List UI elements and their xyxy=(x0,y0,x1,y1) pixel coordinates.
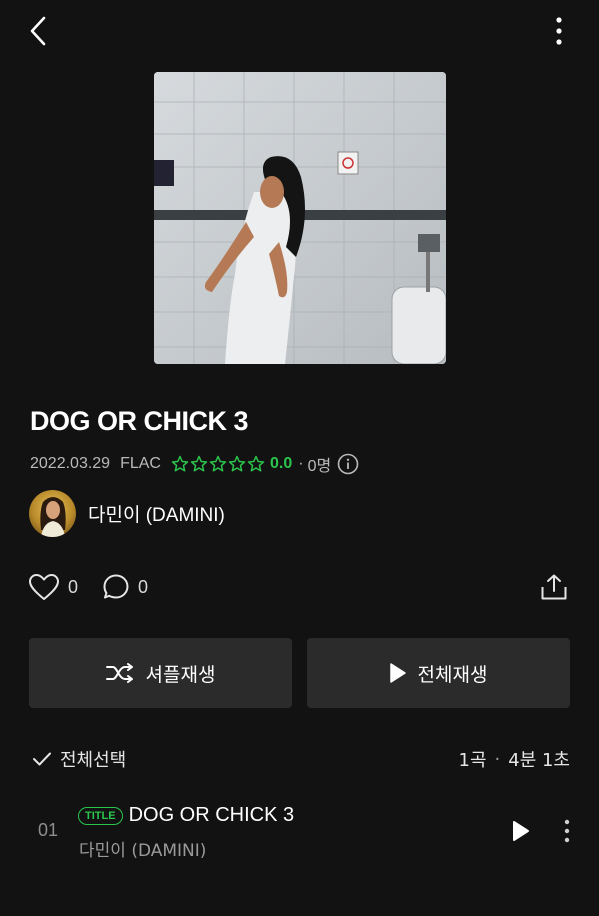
info-button[interactable] xyxy=(337,453,359,475)
star-outline-icon xyxy=(247,455,265,472)
artist-name[interactable]: 다민이 (DAMINI) xyxy=(88,500,225,527)
album-detail-page: DOG OR CHICK 3 2022.03.29 FLAC 0.0 · 0명 xyxy=(0,0,599,916)
select-all-button[interactable]: 전체선택 xyxy=(32,746,126,772)
album-cover-image xyxy=(154,72,446,364)
track-title[interactable]: DOG OR CHICK 3 xyxy=(129,804,295,827)
comment-count: 0 xyxy=(138,576,149,597)
play-all-button[interactable]: 전체재생 xyxy=(307,638,570,708)
shuffle-icon xyxy=(105,663,133,683)
star-outline-icon xyxy=(228,455,246,472)
shuffle-play-label: 셔플재생 xyxy=(145,663,216,686)
star-outline-icon xyxy=(171,455,189,472)
audio-format: FLAC xyxy=(120,455,161,472)
speech-bubble-icon xyxy=(103,574,129,599)
release-date: 2022.03.29 xyxy=(30,455,111,472)
track-more-button[interactable] xyxy=(557,816,577,846)
artist-row[interactable]: 다민이 (DAMINI) xyxy=(29,489,225,537)
like-button[interactable]: 0 xyxy=(28,573,78,601)
play-all-label: 전체재생 xyxy=(417,663,488,686)
title-badge: TITLE xyxy=(78,806,123,825)
comment-button[interactable]: 0 xyxy=(102,573,148,601)
track-title-row: TITLE DOG OR CHICK 3 xyxy=(78,804,294,827)
heart-icon xyxy=(29,574,59,600)
checkmark-icon xyxy=(33,752,51,766)
select-all-label: 전체선택 xyxy=(60,750,127,771)
rating-count: 0명 xyxy=(307,458,332,475)
summary-separator: · xyxy=(494,748,501,770)
vertical-dots-icon xyxy=(564,819,570,843)
info-icon xyxy=(337,453,359,475)
like-count: 0 xyxy=(68,576,79,597)
star-outline-icon xyxy=(190,455,208,472)
more-options-button[interactable] xyxy=(547,14,571,48)
star-outline-icon xyxy=(209,455,227,472)
back-button[interactable] xyxy=(22,14,54,48)
rating-stars[interactable] xyxy=(171,455,265,473)
shuffle-play-button[interactable]: 셔플재생 xyxy=(29,638,292,708)
track-row[interactable]: 01 TITLE DOG OR CHICK 3 다민이 (DAMINI) xyxy=(0,796,599,866)
album-meta: 2022.03.29 FLAC 0.0 · 0명 xyxy=(30,452,359,476)
track-count: 1곡 xyxy=(458,750,487,771)
meta-separator: · xyxy=(298,455,304,472)
track-play-button[interactable] xyxy=(507,816,535,846)
total-duration: 4분 1초 xyxy=(508,750,570,771)
share-button[interactable] xyxy=(539,568,569,606)
share-icon xyxy=(541,574,567,600)
chevron-left-icon xyxy=(30,16,46,46)
track-summary: 1곡 · 4분 1초 xyxy=(459,746,571,772)
track-list-header: 전체선택 1곡 · 4분 1초 xyxy=(32,744,570,774)
avatar-image xyxy=(40,496,66,537)
play-icon xyxy=(389,663,406,683)
album-title: DOG OR CHICK 3 xyxy=(30,406,249,436)
album-cover-artwork xyxy=(154,72,446,364)
track-number: 01 xyxy=(38,820,59,840)
artist-avatar[interactable] xyxy=(29,489,76,537)
rating-value: 0.0 xyxy=(269,455,293,472)
track-artist[interactable]: 다민이 (DAMINI) xyxy=(79,836,206,861)
play-icon xyxy=(513,821,529,841)
social-row: 0 0 xyxy=(28,568,569,606)
vertical-dots-icon xyxy=(556,17,562,45)
